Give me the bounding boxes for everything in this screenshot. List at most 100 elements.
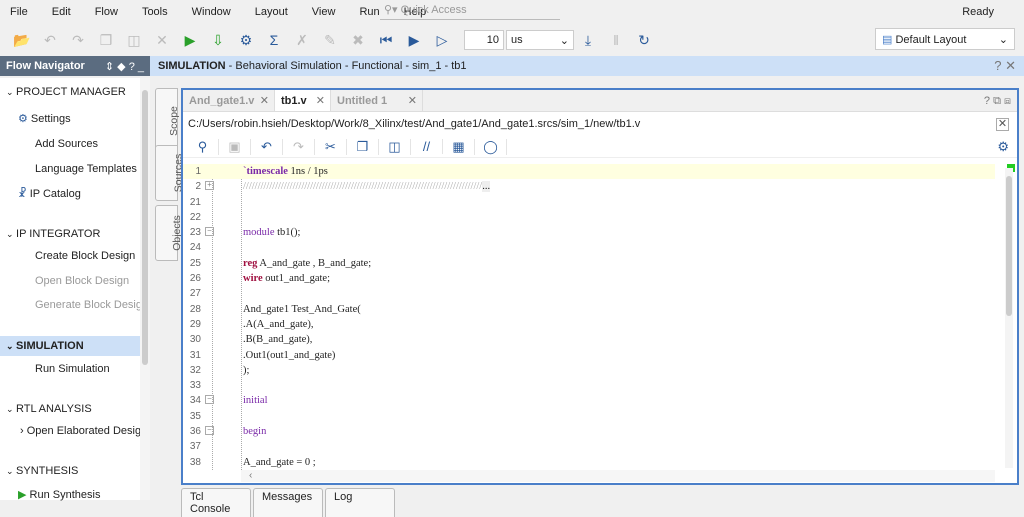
time-unit-select[interactable]: us ⌄ — [506, 30, 574, 50]
close-icon[interactable]: ✕ — [316, 94, 325, 107]
columns-icon[interactable]: ▦ — [443, 138, 475, 155]
copy-icon[interactable]: ❐ — [92, 32, 120, 49]
code-text: .A(A_and_gate), — [243, 319, 314, 330]
fold-expand-icon[interactable]: + — [205, 181, 214, 191]
menu-run[interactable]: Run — [359, 6, 379, 18]
run-for-icon[interactable]: ▷ — [428, 32, 456, 49]
tab-tcl-console[interactable]: Tcl Console — [181, 488, 251, 517]
tab-messages[interactable]: Messages — [253, 488, 323, 517]
panel-controls-icon[interactable]: ⇕ ◆ ? _ — [105, 60, 144, 73]
line-number: 37 — [189, 441, 201, 453]
nav-section-project-manager[interactable]: ⌄ PROJECT MANAGER — [6, 86, 126, 98]
close-path-icon[interactable]: ✕ — [996, 118, 1009, 131]
nav-section-label: IP INTEGRATOR — [16, 228, 101, 240]
editor-tab[interactable]: And_gate1.v ✕ — [183, 90, 275, 111]
relaunch-icon[interactable]: ↻ — [630, 32, 658, 49]
nav-section-ip-integrator[interactable]: ⌄ IP INTEGRATOR — [6, 228, 100, 240]
tab-log[interactable]: Log — [325, 488, 395, 517]
line-number: 34 — [189, 395, 201, 407]
menu-tools[interactable]: Tools — [142, 6, 168, 18]
tab-objects[interactable]: Objects — [155, 205, 183, 261]
undo-icon[interactable]: ↶ — [36, 32, 64, 49]
nav-item[interactable]: Create Block Design — [35, 250, 135, 262]
nav-item[interactable]: ☧ IP Catalog — [18, 187, 81, 200]
chevron-down-icon: ⌄ — [6, 87, 17, 97]
code-token: begin — [243, 426, 267, 438]
run-icon[interactable]: ▶ — [176, 32, 204, 49]
nav-section-simulation[interactable]: ⌄ SIMULATION — [0, 336, 140, 356]
close-icon[interactable]: ✕ — [260, 94, 269, 107]
chevron-right-icon: › — [20, 425, 27, 437]
nav-item-label: Settings — [30, 113, 71, 125]
editor-hscrollbar[interactable]: ‹ — [241, 470, 995, 482]
run-time-input[interactable]: 10 — [464, 30, 504, 50]
fold-collapse-icon[interactable]: − — [205, 395, 214, 405]
code-token: 1ns / 1ps — [287, 166, 328, 177]
help-close-icon[interactable]: ? ✕ — [994, 58, 1016, 74]
code-token: .A(A_and_gate), — [243, 318, 314, 330]
editor-vscrollbar[interactable] — [1005, 168, 1013, 468]
editor-tab[interactable]: tb1.v ✕ — [275, 90, 331, 111]
nav-item[interactable]: ▶ Run Synthesis — [18, 488, 100, 501]
code-token: ////////////////////////////////////////… — [243, 181, 483, 193]
redo-icon[interactable]: ↷ — [283, 138, 315, 155]
restart-icon[interactable]: ⏮ — [372, 32, 400, 49]
menu-flow[interactable]: Flow — [95, 6, 118, 18]
nav-item[interactable]: Open Block Design — [35, 275, 129, 287]
nav-section-rtl-analysis[interactable]: ⌄ RTL ANALYSIS — [6, 403, 92, 415]
gear-icon[interactable]: ⚙ — [997, 139, 1009, 155]
open-folder-icon[interactable]: 📂 — [8, 32, 36, 49]
nav-scrollbar[interactable] — [140, 78, 150, 500]
tab-sources[interactable]: Sources — [155, 145, 184, 201]
delete-icon[interactable]: ✕ — [148, 32, 176, 49]
nav-item[interactable]: ⚙ Settings — [18, 112, 71, 125]
search-icon[interactable]: ⚲ — [187, 138, 219, 155]
play-icon: ▶ — [18, 489, 30, 501]
fold-collapse-icon[interactable]: − — [205, 227, 214, 237]
nav-section-synthesis[interactable]: ⌄ SYNTHESIS — [6, 465, 78, 477]
sigma-icon[interactable]: Σ — [260, 32, 288, 48]
nav-item[interactable]: Add Sources — [35, 138, 98, 150]
tab-label: And_gate1.v — [189, 95, 255, 107]
nav-item-label: Open Block Design — [35, 275, 130, 287]
lightbulb-icon[interactable]: ◯ — [475, 138, 507, 155]
nav-item[interactable]: Language Templates — [35, 163, 137, 175]
settings-gear-icon[interactable]: ⚙ — [232, 32, 260, 49]
nav-item[interactable]: Generate Block Design — [35, 299, 148, 311]
code-line: 31 .Out1(out1_and_gate) — [183, 348, 995, 363]
comment-icon[interactable]: // — [411, 139, 443, 154]
line-number: 28 — [189, 303, 201, 315]
quick-access-input[interactable]: ⚲▾ Quick Access — [380, 3, 560, 20]
nav-item[interactable]: › Open Elaborated Design — [20, 425, 140, 437]
window-controls-icon[interactable]: ? ⧉ ⧈ — [984, 95, 1011, 108]
step-icon[interactable]: ⤓ — [574, 32, 602, 49]
nav-item[interactable]: Run Simulation — [35, 363, 110, 375]
tab-label: Untitled 1 — [337, 95, 388, 107]
menu-layout[interactable]: Layout — [255, 6, 288, 18]
menu-window[interactable]: Window — [192, 6, 231, 18]
save-icon[interactable]: ▣ — [219, 138, 251, 155]
bitstream-icon[interactable]: ⇩ — [204, 32, 232, 49]
layout-select[interactable]: ▤ Default Layout ⌄ — [875, 28, 1015, 50]
editor-tab[interactable]: Untitled 1 ✕ — [331, 90, 423, 111]
menu-file[interactable]: File — [10, 6, 28, 18]
code-token: .Out1(out1_and_gate) — [243, 349, 336, 361]
tool-icon[interactable]: ✗ — [288, 32, 316, 49]
paste-icon[interactable]: ◫ — [379, 138, 411, 155]
cut-icon[interactable]: ✂ — [315, 138, 347, 155]
pencil-icon[interactable]: ✎ — [316, 32, 344, 49]
undo-icon[interactable]: ↶ — [251, 138, 283, 155]
code-editor[interactable]: 1 `timescale 1ns / 1ps 2 + /////////////////… — [183, 164, 995, 470]
cancel-icon[interactable]: ✖ — [344, 32, 372, 49]
copy-icon[interactable]: ❐ — [347, 138, 379, 155]
paste-icon[interactable]: ◫ — [120, 32, 148, 49]
close-icon[interactable]: ✕ — [408, 94, 417, 107]
code-line: 2 + //////////////////////////////////////… — [183, 179, 995, 194]
menu-view[interactable]: View — [312, 6, 336, 18]
redo-icon[interactable]: ↷ — [64, 32, 92, 49]
fold-collapse-icon[interactable]: − — [205, 426, 214, 436]
code-text: A_and_gate = 0 ; — [243, 457, 316, 468]
pause-icon[interactable]: ‖ — [602, 32, 630, 48]
menu-edit[interactable]: Edit — [52, 6, 71, 18]
run-all-icon[interactable]: ▶ — [400, 32, 428, 49]
